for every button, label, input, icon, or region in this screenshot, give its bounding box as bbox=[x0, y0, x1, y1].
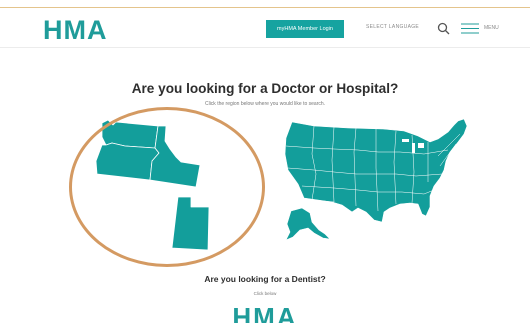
member-login-button[interactable]: myHMA Member Login bbox=[266, 20, 344, 38]
page-subtitle: Click the region below where you would l… bbox=[204, 101, 326, 107]
search-icon[interactable] bbox=[437, 22, 450, 35]
great-lake-1 bbox=[402, 139, 409, 142]
us-map[interactable] bbox=[278, 112, 478, 247]
oregon-state bbox=[95, 142, 160, 181]
dentist-subheading: Click below bbox=[253, 291, 277, 296]
dentist-heading: Are you looking for a Dentist? bbox=[204, 274, 326, 284]
select-language-link[interactable]: SELECT LANGUAGE bbox=[366, 24, 419, 30]
western-region-map[interactable] bbox=[80, 113, 220, 253]
great-lake-3 bbox=[418, 143, 424, 148]
hma-logo[interactable]: HMA bbox=[43, 17, 108, 44]
site-header: HMA myHMA Member Login SELECT LANGUAGE M… bbox=[0, 8, 530, 48]
idaho-state bbox=[149, 125, 201, 188]
alaska bbox=[285, 207, 331, 241]
dentist-hma-logo[interactable]: HMA bbox=[0, 304, 530, 323]
header-divider bbox=[0, 47, 530, 48]
menu-label[interactable]: MENU bbox=[484, 25, 499, 31]
page-title: Are you looking for a Doctor or Hospital… bbox=[131, 81, 399, 96]
utah-state bbox=[171, 196, 210, 251]
hamburger-menu-icon[interactable] bbox=[461, 23, 479, 34]
great-lake-2 bbox=[412, 143, 415, 153]
